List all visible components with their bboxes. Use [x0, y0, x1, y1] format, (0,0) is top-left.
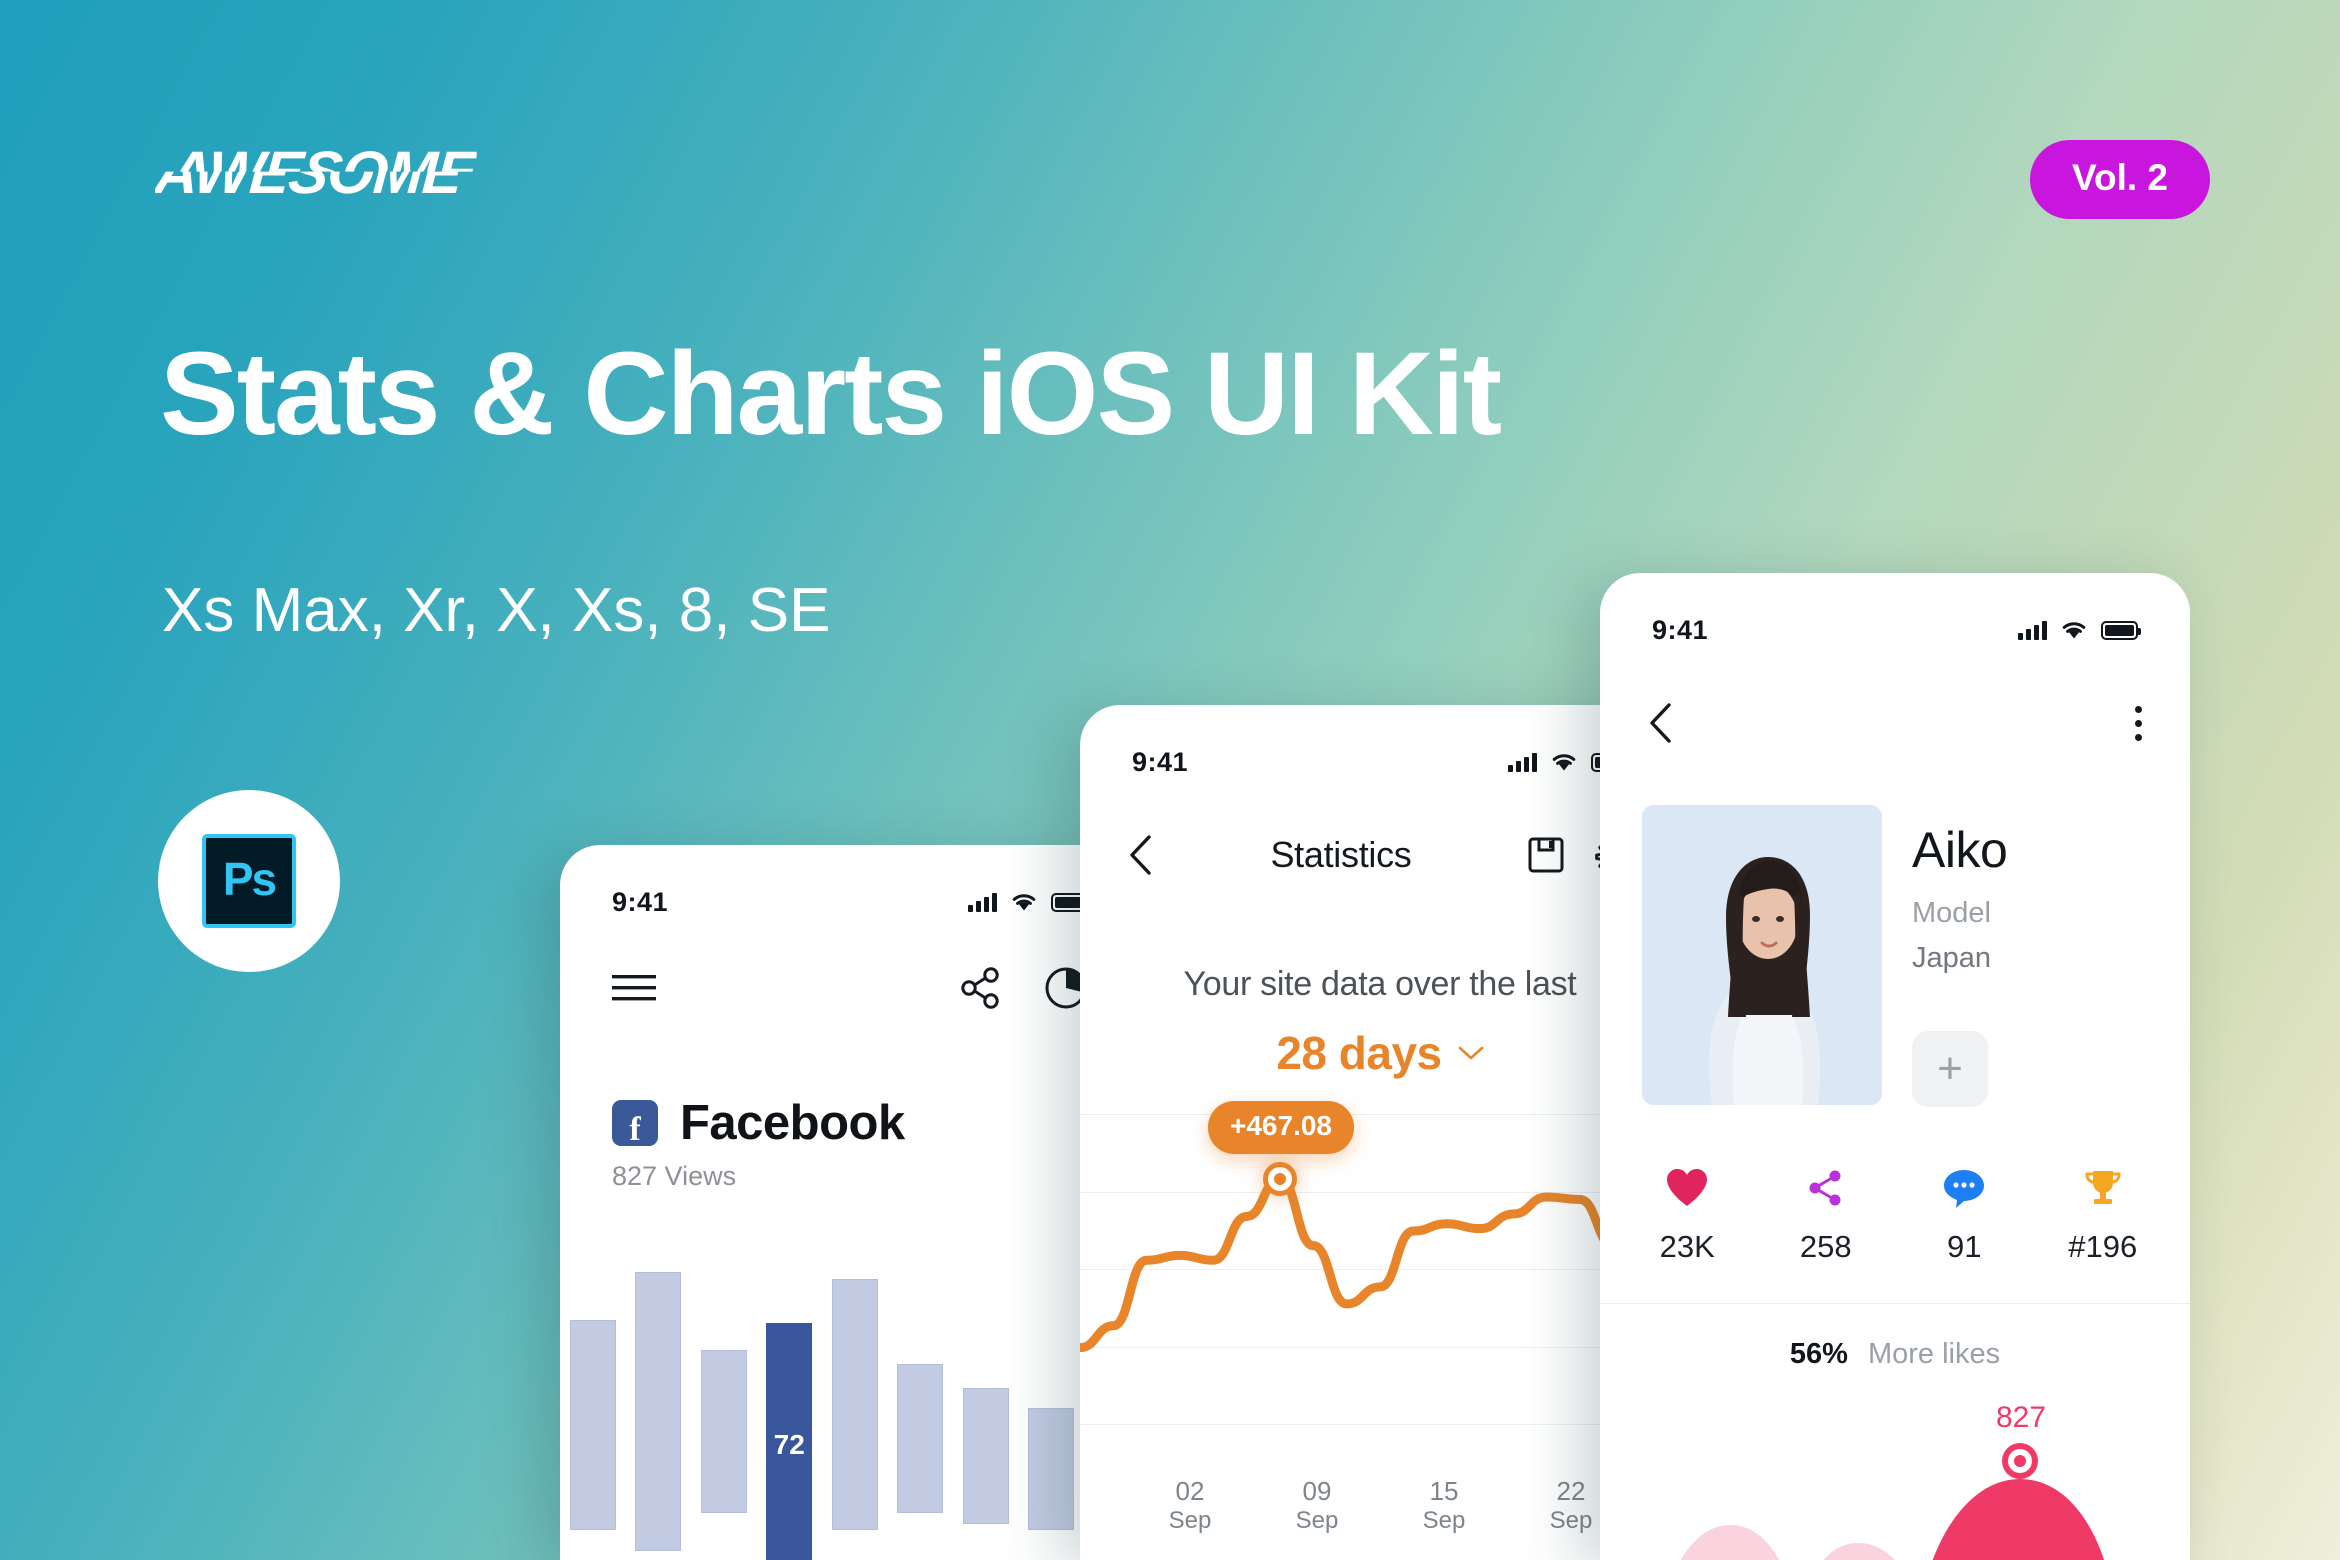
hamburger-menu-icon[interactable]	[612, 973, 656, 1003]
profile-stat-item[interactable]: 91	[1895, 1163, 2034, 1265]
more-vertical-icon[interactable]	[2135, 705, 2142, 741]
comment-icon	[1895, 1163, 2034, 1213]
profile-location: Japan	[1912, 942, 1992, 974]
profile-stats-row: 23K 258 91 #196	[1600, 1163, 2190, 1265]
likes-percent: 56%	[1789, 1338, 1848, 1370]
facebook-bar-chart: 72	[560, 1238, 1140, 1560]
share-icon[interactable]	[960, 967, 1002, 1009]
profile-stat-item[interactable]: 258	[1757, 1163, 1896, 1265]
wifi-icon	[1552, 753, 1576, 770]
profile-role: Model	[1912, 897, 1991, 929]
date-range-value: 28 days	[1276, 1027, 1442, 1079]
profile-name: Aiko	[1912, 822, 2008, 878]
phone-statistics-screen: 9:41 Statistics Your site data over the …	[1080, 705, 1680, 1560]
profile-stat-value: 23K	[1659, 1229, 1715, 1264]
cellular-signal-icon	[2018, 620, 2047, 640]
area-series	[1680, 1479, 2105, 1560]
status-time: 9:41	[612, 886, 669, 917]
facebook-views-count: 827 Views	[612, 1161, 737, 1191]
avatar-figure	[1642, 805, 1882, 1105]
phone-profile-screen: 9:41 Aiko Model Japan + 23K 258 91 #196 …	[1600, 573, 2190, 1560]
bar[interactable]	[831, 1278, 878, 1531]
bar[interactable]	[635, 1272, 682, 1551]
area-value-label: 827	[1996, 1401, 2047, 1434]
status-bar: 9:41	[560, 867, 1140, 937]
chart-tooltip: +467.08	[1208, 1101, 1354, 1155]
chevron-down-icon	[1458, 1046, 1483, 1060]
x-axis: 02 Sep 09 Sep 15 Sep 22 Sep	[1080, 1476, 1680, 1546]
volume-badge: Vol. 2	[2030, 140, 2210, 219]
cellular-signal-icon	[1508, 752, 1537, 772]
avatar	[1642, 805, 1882, 1105]
bar[interactable]	[897, 1363, 944, 1514]
status-bar: 9:41	[1600, 595, 2190, 665]
cellular-signal-icon	[968, 892, 997, 912]
profile-area-chart: 827	[1600, 1397, 2190, 1560]
back-chevron-icon[interactable]	[1648, 702, 1674, 744]
brand-logo: AWESOME AWESOME	[155, 140, 515, 212]
wifi-icon	[2062, 621, 2086, 638]
x-axis-tick: 22 Sep	[1549, 1476, 1593, 1534]
heart-icon	[1618, 1163, 1757, 1213]
bar[interactable]	[700, 1350, 747, 1514]
gridline	[1080, 1424, 1680, 1425]
wifi-icon	[1012, 893, 1036, 910]
more-likes-row: 56% More likes	[1600, 1338, 2190, 1371]
trophy-icon	[2034, 1163, 2173, 1213]
back-chevron-icon[interactable]	[1128, 834, 1154, 876]
screen-title: Statistics	[1270, 834, 1412, 875]
line-series	[1080, 1174, 1680, 1353]
page-title: Stats & Charts iOS UI Kit	[160, 328, 1502, 460]
facebook-logo-icon: f	[612, 1100, 658, 1146]
data-point-marker[interactable]	[1263, 1162, 1297, 1197]
x-axis-tick: 09 Sep	[1295, 1476, 1339, 1534]
photoshop-badge: Ps	[158, 790, 340, 972]
facebook-brand-name: Facebook	[680, 1096, 905, 1150]
battery-icon	[2101, 620, 2141, 640]
page-subtitle: Xs Max, Xr, X, Xs, 8, SE	[162, 576, 831, 645]
profile-stat-item[interactable]: #196	[2034, 1163, 2173, 1265]
x-axis-tick: 02 Sep	[1168, 1476, 1212, 1534]
likes-label: More likes	[1867, 1338, 2001, 1370]
photoshop-icon: Ps	[202, 834, 296, 928]
add-button[interactable]: +	[1912, 1031, 1988, 1107]
profile-stat-value: 258	[1799, 1229, 1852, 1264]
bar[interactable]	[962, 1387, 1009, 1524]
bar[interactable]	[1028, 1408, 1075, 1531]
statistics-line-chart: +467.08 02 Sep 09 Sep 15 Sep 22 Sep	[1080, 1101, 1680, 1534]
x-axis-tick: 15 Sep	[1422, 1476, 1466, 1534]
status-time: 9:41	[1652, 614, 1709, 645]
statistics-caption: Your site data over the last	[1183, 965, 1577, 1003]
bar[interactable]	[569, 1319, 616, 1531]
divider	[1600, 1303, 2190, 1304]
profile-stat-value: #196	[2068, 1229, 2138, 1264]
profile-stat-item[interactable]: 23K	[1618, 1163, 1757, 1265]
save-floppy-icon[interactable]	[1528, 837, 1564, 873]
status-time: 9:41	[1132, 746, 1189, 777]
bar-highlighted[interactable]: 72	[766, 1323, 813, 1560]
status-bar: 9:41	[1080, 727, 1680, 797]
share-icon	[1757, 1163, 1896, 1213]
profile-stat-value: 91	[1947, 1229, 1982, 1264]
phone-facebook-screen: 9:41 f Facebook 827 Views 72	[560, 845, 1140, 1560]
area-point-marker[interactable]	[2002, 1443, 2038, 1479]
date-range-selector[interactable]: 28 days	[1080, 1026, 1680, 1080]
